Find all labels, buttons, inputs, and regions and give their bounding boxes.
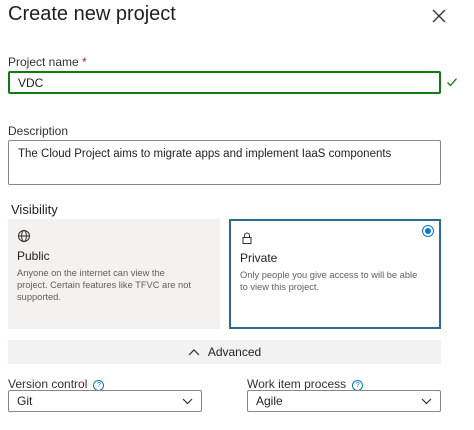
private-option-description: Only people you give access to will be a… [240, 270, 418, 292]
chevron-up-icon [188, 349, 200, 356]
work-item-process-label-text: Work item process [247, 377, 347, 391]
lock-icon [242, 232, 252, 244]
work-item-process-dropdown[interactable]: Agile [247, 390, 441, 412]
checkmark-icon [447, 78, 457, 87]
version-control-label-text: Version control [8, 377, 88, 391]
visibility-option-public[interactable]: Public Anyone on the internet can view t… [8, 219, 220, 329]
required-marker: * [82, 55, 87, 69]
dialog-title: Create new project [8, 3, 176, 25]
project-name-input[interactable] [8, 71, 441, 94]
private-option-title: Private [240, 251, 278, 265]
public-option-description: Anyone on the internet can view the proj… [17, 268, 191, 302]
public-option-title: Public [17, 249, 50, 263]
work-item-process-label: Work item process? [247, 377, 364, 391]
private-radio-selected[interactable] [422, 225, 434, 237]
version-control-dropdown[interactable]: Git [8, 390, 202, 412]
visibility-option-private[interactable]: Private Only people you give access to w… [229, 219, 441, 329]
version-control-value: Git [17, 394, 33, 408]
description-label: Description [8, 124, 69, 138]
advanced-label: Advanced [207, 345, 262, 359]
project-name-label: Project name * [8, 55, 87, 69]
globe-icon [18, 230, 30, 242]
advanced-toggle[interactable]: Advanced [8, 340, 441, 364]
close-icon[interactable] [428, 5, 450, 27]
description-textarea[interactable]: The Cloud Project aims to migrate apps a… [8, 140, 441, 185]
visibility-label: Visibility [11, 202, 58, 217]
project-name-label-text: Project name [8, 55, 79, 69]
chevron-down-icon [421, 398, 432, 404]
chevron-down-icon [182, 398, 193, 404]
work-item-process-value: Agile [256, 394, 283, 408]
version-control-label: Version control? [8, 377, 105, 391]
